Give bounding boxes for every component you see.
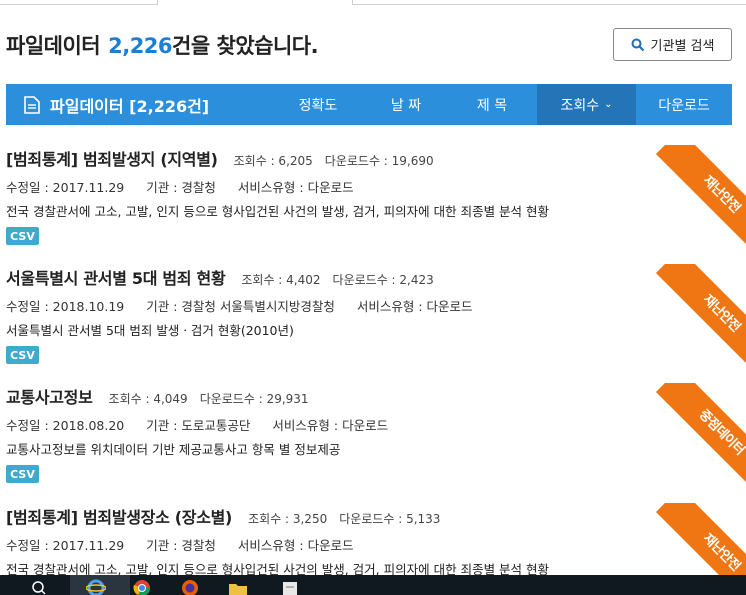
notepad-icon[interactable]: [280, 578, 300, 595]
item-stats: 조회수 : 3,250 다운로드수 : 5,133: [248, 510, 440, 527]
item-meta: 수정일 : 2017.11.29 기관 : 경찰청 서비스유형 : 다운로드: [6, 535, 376, 554]
item-title-link[interactable]: 교통사고정보: [6, 384, 93, 408]
item-service: 서비스유형 : 다운로드: [356, 299, 473, 314]
item-description: 전국 경찰관서에 고소, 고발, 인지 등으로 형사입건된 사건의 발생, 검거…: [6, 204, 550, 219]
item-stats: 조회수 : 4,049 다운로드수 : 29,931: [109, 390, 309, 407]
document-icon: [24, 95, 40, 114]
bar-title: 파일데이터 [2,226건]: [24, 84, 209, 125]
agency-search-label: 기관별 검색: [650, 39, 715, 54]
sort-downloads[interactable]: 다운로드: [646, 84, 722, 125]
item-modified: 수정일 : 2017.11.29: [6, 538, 125, 553]
item-meta: 수정일 : 2018.08.20 기관 : 도로교통공단 서비스유형 : 다운로드: [6, 415, 410, 434]
item-title-row: 서울특별시 관서별 5대 범죄 현황 조회수 : 4,402 다운로드수 : 2,…: [6, 265, 434, 289]
bar-title-text: 파일데이터 [2,226건]: [50, 96, 210, 116]
sort-title[interactable]: 제 목: [457, 84, 527, 125]
item-title-row: 교통사고정보 조회수 : 4,049 다운로드수 : 29,931: [6, 384, 309, 408]
item-description: 서울특별시 관서별 5대 범죄 발생ㆍ검거 현황(2010년): [6, 323, 294, 338]
item-meta: 수정일 : 2017.11.29 기관 : 경찰청 서비스유형 : 다운로드: [6, 177, 376, 196]
sort-accuracy[interactable]: 정확도: [283, 84, 353, 125]
list-item: 서울특별시 관서별 5대 범죄 현황 조회수 : 4,402 다운로드수 : 2,…: [6, 265, 746, 375]
category-ribbon: 재난안전: [646, 145, 746, 245]
item-title-link[interactable]: [범죄통계] 범죄발생장소 (장소별): [6, 504, 232, 528]
result-heading: 파일데이터 2,226건을 찾았습니다.: [6, 30, 319, 60]
chevron-down-icon: ⌄: [604, 99, 613, 110]
search-icon: [631, 38, 644, 51]
result-prefix: 파일데이터: [6, 34, 101, 58]
item-agency: 기관 : 경찰청: [146, 538, 216, 553]
item-description: 교통사고정보를 위치데이터 기반 제공교통사고 항목 별 정보제공: [6, 442, 341, 457]
format-badge[interactable]: CSV: [6, 227, 39, 245]
chrome-icon[interactable]: [132, 578, 152, 595]
item-agency: 기관 : 경찰청 서울특별시지방경찰청: [146, 299, 335, 314]
item-agency: 기관 : 도로교통공단: [146, 418, 251, 433]
item-views: 조회수 : 3,250: [248, 512, 328, 526]
result-bar: 파일데이터 [2,226건] 정확도 날 짜 제 목 조회수 ⌄ 다운로드: [6, 84, 732, 125]
list-item: [범죄통계] 범죄발생지 (지역별) 조회수 : 6,205 다운로드수 : 19…: [6, 146, 746, 256]
sort-date[interactable]: 날 짜: [371, 84, 441, 125]
sort-views[interactable]: 조회수 ⌄: [537, 84, 636, 125]
result-count: 2,226: [108, 34, 173, 58]
format-badge[interactable]: CSV: [6, 346, 39, 364]
item-title-link[interactable]: [범죄통계] 범죄발생지 (지역별): [6, 146, 218, 170]
item-service: 서비스유형 : 다운로드: [237, 538, 354, 553]
active-tab[interactable]: [157, 0, 353, 5]
search-icon[interactable]: [30, 578, 50, 595]
item-title-link[interactable]: 서울특별시 관서별 5대 범죄 현황: [6, 265, 226, 289]
browser-tabs-strip: [0, 0, 746, 5]
item-title-row: [범죄통계] 범죄발생장소 (장소별) 조회수 : 3,250 다운로드수 : 5…: [6, 504, 440, 528]
item-downloads: 다운로드수 : 2,423: [332, 273, 434, 287]
item-modified: 수정일 : 2018.08.20: [6, 418, 125, 433]
category-ribbon: 재난안전: [646, 503, 746, 575]
item-views: 조회수 : 6,205: [233, 154, 313, 168]
item-service: 서비스유형 : 다운로드: [237, 180, 354, 195]
item-views: 조회수 : 4,049: [108, 392, 188, 406]
list-item: 교통사고정보 조회수 : 4,049 다운로드수 : 29,931 수정일 : 2…: [6, 384, 746, 494]
ribbon-label: 재난안전: [655, 145, 746, 245]
list-item: [범죄통계] 범죄발생장소 (장소별) 조회수 : 3,250 다운로드수 : 5…: [6, 504, 746, 577]
format-badge[interactable]: CSV: [6, 465, 39, 483]
item-service: 서비스유형 : 다운로드: [272, 418, 389, 433]
item-modified: 수정일 : 2018.10.19: [6, 299, 125, 314]
result-suffix: 건을 찾았습니다.: [172, 34, 319, 58]
folder-icon[interactable]: [228, 578, 248, 595]
ribbon-label: 재난안전: [655, 264, 746, 364]
item-meta: 수정일 : 2018.10.19 기관 : 경찰청 서울특별시지방경찰청 서비스유형…: [6, 296, 495, 315]
item-modified: 수정일 : 2017.11.29: [6, 180, 125, 195]
ie-icon[interactable]: [86, 578, 106, 595]
item-downloads: 다운로드수 : 5,133: [339, 512, 441, 526]
category-ribbon: 재난안전: [646, 264, 746, 364]
category-ribbon: 중점데이터: [646, 383, 746, 483]
item-stats: 조회수 : 6,205 다운로드수 : 19,690: [234, 152, 434, 169]
item-downloads: 다운로드수 : 19,690: [324, 154, 434, 168]
item-downloads: 다운로드수 : 29,931: [199, 392, 309, 406]
firefox-icon[interactable]: [180, 578, 200, 595]
ribbon-label: 재난안전: [655, 503, 746, 575]
sort-views-label: 조회수: [560, 97, 600, 114]
taskbar: [0, 575, 746, 595]
agency-search-button[interactable]: 기관별 검색: [613, 28, 732, 61]
item-agency: 기관 : 경찰청: [146, 180, 216, 195]
item-stats: 조회수 : 4,402 다운로드수 : 2,423: [241, 271, 433, 288]
ribbon-label: 중점데이터: [655, 383, 746, 483]
item-views: 조회수 : 4,402: [241, 273, 321, 287]
item-title-row: [범죄통계] 범죄발생지 (지역별) 조회수 : 6,205 다운로드수 : 19…: [6, 146, 434, 170]
